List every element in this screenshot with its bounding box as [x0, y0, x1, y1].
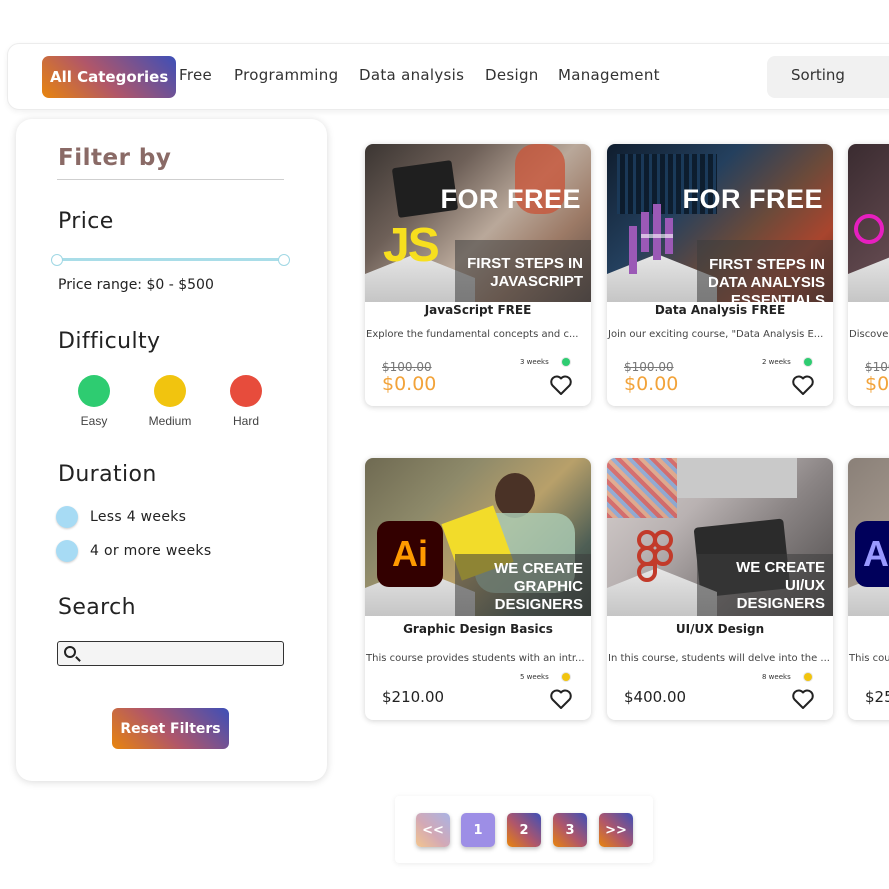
- heart-icon[interactable]: [549, 374, 573, 396]
- category-management[interactable]: Management: [558, 66, 660, 84]
- discount-price: $0: [865, 373, 889, 395]
- difficulty-hard-dot[interactable]: [230, 375, 262, 407]
- price-heading: Price: [58, 209, 114, 234]
- course-catalog-page: All Categories Free Programming Data ana…: [0, 0, 889, 889]
- course-card[interactable]: A This cou $25: [848, 458, 889, 720]
- pagination-page-2[interactable]: 2: [507, 813, 541, 847]
- course-description: Discove: [849, 329, 889, 340]
- price-slider-max-handle[interactable]: [278, 254, 290, 266]
- reset-filters-button[interactable]: Reset Filters: [112, 708, 229, 749]
- duration-option-long[interactable]: 4 or more weeks: [56, 540, 211, 562]
- discount-price: $0.00: [382, 373, 437, 395]
- price-slider-min-handle[interactable]: [51, 254, 63, 266]
- course-description: This cou: [849, 653, 889, 664]
- course-price: $210.00: [382, 688, 445, 706]
- difficulty-medium-dot[interactable]: [154, 375, 186, 407]
- course-title[interactable]: JavaScript FREE: [365, 303, 591, 317]
- course-description: Join our exciting course, "Data Analysis…: [608, 329, 824, 340]
- course-image: JS FOR FREE FIRST STEPS IN JAVASCRIPT: [365, 144, 591, 302]
- difficulty-easy-label: Easy: [80, 414, 108, 428]
- course-card[interactable]: JS FOR FREE FIRST STEPS IN JAVASCRIPT Ja…: [365, 144, 591, 406]
- course-price: $400.00: [624, 688, 687, 706]
- course-price: $25: [865, 688, 889, 706]
- difficulty-medium-label: Medium: [148, 414, 192, 428]
- pagination-page-3[interactable]: 3: [553, 813, 587, 847]
- difficulty-indicator: [804, 673, 812, 681]
- course-title[interactable]: Data Analysis FREE: [607, 303, 833, 317]
- course-overlay-subtitle: WE CREATE GRAPHIC DESIGNERS: [494, 560, 583, 613]
- course-description: This course provides students with an in…: [366, 653, 585, 664]
- filter-sidebar: Filter by Price Price range: $0 - $500 D…: [16, 119, 327, 781]
- course-title[interactable]: Graphic Design Basics: [365, 622, 591, 636]
- heart-icon[interactable]: [791, 374, 815, 396]
- original-price: $100: [865, 360, 889, 374]
- pagination-first-button[interactable]: <<: [416, 813, 450, 847]
- difficulty-hard-label: Hard: [232, 414, 259, 428]
- search-input[interactable]: [57, 641, 284, 666]
- heart-icon[interactable]: [791, 688, 815, 710]
- original-price: $100.00: [382, 360, 432, 374]
- pagination: << 1 2 3 >>: [395, 796, 653, 863]
- course-card[interactable]: WE CREATE UI/UX DESIGNERS UI/UX Design I…: [607, 458, 833, 720]
- course-duration: 3 weeks: [520, 358, 549, 366]
- difficulty-hard-option[interactable]: Hard: [216, 375, 276, 428]
- difficulty-medium-option[interactable]: Medium: [140, 375, 200, 428]
- original-price: $100.00: [624, 360, 674, 374]
- course-overlay-subtitle: FIRST STEPS IN DATA ANALYSIS ESSENTIALS: [708, 256, 825, 302]
- course-duration: 8 weeks: [762, 673, 791, 681]
- difficulty-indicator: [804, 358, 812, 366]
- javascript-logo-icon: JS: [383, 219, 440, 272]
- duration-option-short[interactable]: Less 4 weeks: [56, 506, 186, 528]
- course-card[interactable]: Ai WE CREATE GRAPHIC DESIGNERS Graphic D…: [365, 458, 591, 720]
- difficulty-indicator: [562, 673, 570, 681]
- difficulty-indicator: [562, 358, 570, 366]
- search-icon: [64, 646, 76, 658]
- divider: [57, 179, 284, 180]
- course-logo-icon: [854, 214, 884, 244]
- course-description: In this course, students will delve into…: [608, 653, 830, 664]
- course-image: A: [848, 458, 889, 616]
- category-design[interactable]: Design: [485, 66, 539, 84]
- course-overlay-title: FOR FREE: [682, 184, 823, 214]
- duration-heading: Duration: [58, 462, 157, 487]
- course-card[interactable]: Discove $100 $0: [848, 144, 889, 406]
- course-card[interactable]: FOR FREE FIRST STEPS IN DATA ANALYSIS ES…: [607, 144, 833, 406]
- course-duration: 2 weeks: [762, 358, 791, 366]
- filter-title: Filter by: [58, 145, 172, 171]
- category-data-analysis[interactable]: Data analysis: [359, 66, 464, 84]
- pagination-last-button[interactable]: >>: [599, 813, 633, 847]
- discount-price: $0.00: [624, 373, 679, 395]
- category-nav: All Categories Free Programming Data ana…: [7, 43, 889, 110]
- course-title[interactable]: UI/UX Design: [607, 622, 833, 636]
- duration-short-radio[interactable]: [56, 506, 78, 528]
- course-image: FOR FREE FIRST STEPS IN DATA ANALYSIS ES…: [607, 144, 833, 302]
- course-duration: 5 weeks: [520, 673, 549, 681]
- difficulty-heading: Difficulty: [58, 329, 161, 354]
- course-description: Explore the fundamental concepts and c..…: [366, 329, 579, 340]
- course-overlay-subtitle: WE CREATE UI/UX DESIGNERS: [736, 559, 825, 612]
- duration-short-label: Less 4 weeks: [90, 509, 187, 525]
- course-image: Ai WE CREATE GRAPHIC DESIGNERS: [365, 458, 591, 616]
- price-slider-track[interactable]: [57, 258, 284, 261]
- course-overlay-subtitle: FIRST STEPS IN JAVASCRIPT: [467, 255, 583, 290]
- category-free[interactable]: Free: [179, 66, 212, 84]
- search-heading: Search: [58, 595, 136, 620]
- course-image: WE CREATE UI/UX DESIGNERS: [607, 458, 833, 616]
- sorting-dropdown[interactable]: Sorting: [767, 56, 889, 98]
- difficulty-easy-dot[interactable]: [78, 375, 110, 407]
- duration-long-radio[interactable]: [56, 540, 78, 562]
- course-image: [848, 144, 889, 302]
- adobe-app-logo-icon: A: [855, 521, 889, 587]
- heart-icon[interactable]: [549, 688, 573, 710]
- category-programming[interactable]: Programming: [234, 66, 338, 84]
- duration-long-label: 4 or more weeks: [90, 543, 212, 559]
- course-overlay-title: FOR FREE: [440, 184, 581, 214]
- difficulty-easy-option[interactable]: Easy: [64, 375, 124, 428]
- illustrator-logo-icon: Ai: [377, 521, 443, 587]
- category-all-button[interactable]: All Categories: [42, 56, 177, 98]
- pagination-page-1[interactable]: 1: [461, 813, 495, 847]
- price-range-label: Price range: $0 - $500: [58, 277, 214, 293]
- figma-logo-icon: [636, 530, 673, 582]
- data-analysis-logo-icon: [629, 204, 673, 274]
